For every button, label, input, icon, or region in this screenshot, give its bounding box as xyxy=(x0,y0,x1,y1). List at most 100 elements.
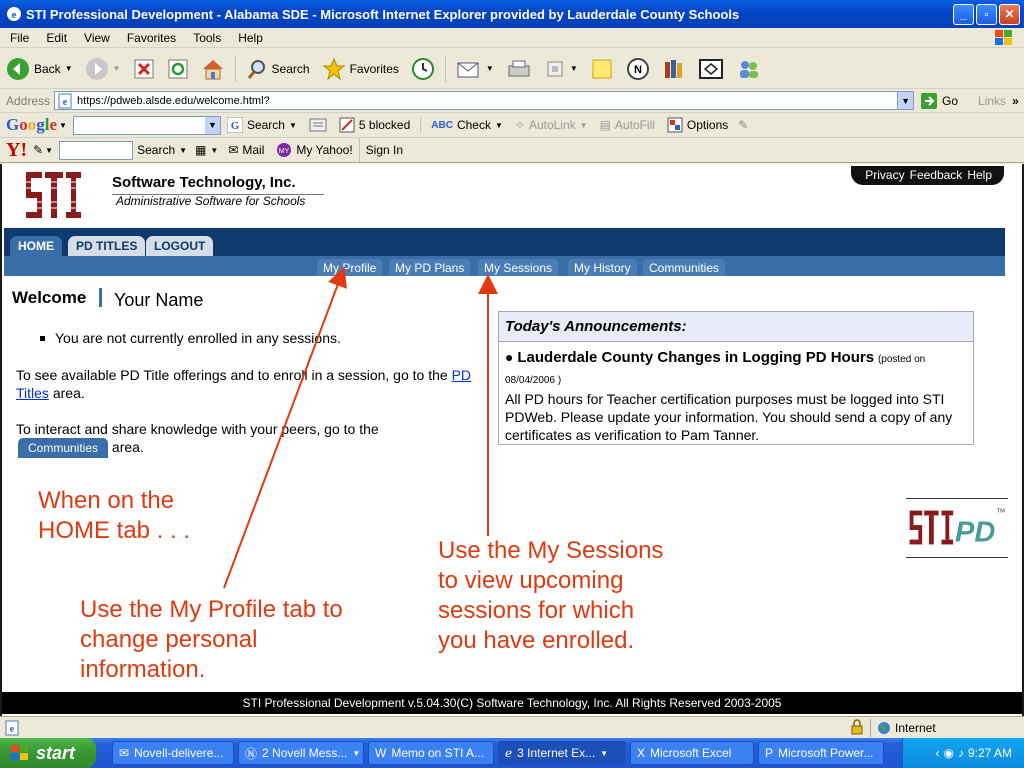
communities-text-end: area. xyxy=(111,439,144,455)
tray-volume-icon[interactable]: ♪ xyxy=(958,746,964,760)
print-button[interactable] xyxy=(500,49,538,88)
tab-pd-titles[interactable]: PD TITLES xyxy=(68,236,146,256)
search-button[interactable]: Search xyxy=(240,49,316,88)
favorites-button[interactable]: Favorites xyxy=(316,49,405,88)
discuss-button[interactable] xyxy=(584,49,620,88)
pencil-dropdown-icon[interactable]: ▼ xyxy=(45,146,53,155)
back-dropdown-icon[interactable]: ▼ xyxy=(65,64,73,73)
feedback-link[interactable]: Feedback xyxy=(910,168,963,182)
menu-view[interactable]: View xyxy=(74,31,117,45)
subtab-my-pd-plans[interactable]: My PD Plans xyxy=(389,259,471,276)
go-arrow-icon xyxy=(921,92,938,109)
address-input[interactable]: e https://pdweb.alsde.edu/welcome.html? … xyxy=(54,91,915,110)
go-button[interactable]: Go xyxy=(914,89,964,112)
page-icon: e xyxy=(58,93,72,108)
yahoo-highlight-dropdown-icon[interactable]: ▼ xyxy=(210,146,218,155)
svg-text:e: e xyxy=(63,97,68,108)
yahoo-search-input[interactable] xyxy=(59,140,134,160)
google-options-button[interactable]: Options xyxy=(661,113,734,137)
annotation-home-tab: When on the HOME tab . . . xyxy=(38,487,191,544)
maximize-button[interactable]: ▫ xyxy=(976,3,997,25)
subtab-my-sessions[interactable]: My Sessions xyxy=(478,259,559,276)
communities-button[interactable]: Communities xyxy=(18,438,109,459)
edit-button[interactable]: ▼ xyxy=(538,49,584,88)
google-search-button[interactable]: G Search ▼ xyxy=(221,113,303,137)
help-link[interactable]: Help xyxy=(967,168,992,182)
spell-check-button[interactable]: ABC Check ▼ xyxy=(425,113,509,137)
task-internet-explorer[interactable]: ℯ 3 Internet Ex... ▼ xyxy=(498,741,626,765)
clock[interactable]: 9:27 AM xyxy=(968,746,1012,760)
close-button[interactable]: ✕ xyxy=(999,3,1020,25)
excel-icon: X xyxy=(637,746,646,760)
menu-help[interactable]: Help xyxy=(228,31,270,45)
subtab-my-profile[interactable]: My Profile xyxy=(317,259,383,276)
menu-file[interactable]: File xyxy=(0,31,36,45)
task-label: 3 Internet Ex... xyxy=(517,746,596,760)
svg-text:e: e xyxy=(12,9,17,21)
task-label: Memo on STI A... xyxy=(391,746,485,760)
pencil-icon[interactable]: ✎ xyxy=(31,143,45,157)
communities-text: To interact and share knowledge with you… xyxy=(16,421,379,437)
task-powerpoint[interactable]: P Microsoft Power... xyxy=(758,741,884,765)
forward-button[interactable]: ▼ xyxy=(79,49,127,88)
tray-expand-icon[interactable]: ‹ xyxy=(935,746,939,760)
mail-button[interactable]: ▼ xyxy=(450,49,500,88)
window-title-bar[interactable]: e STI Professional Development - Alabama… xyxy=(0,0,1024,28)
task-excel[interactable]: X Microsoft Excel xyxy=(630,741,754,765)
annotation-my-sessions: Use the My Sessions to view upcoming ses… xyxy=(438,537,664,654)
tab-home[interactable]: HOME xyxy=(10,236,62,256)
yahoo-search-dropdown-icon[interactable]: ▼ xyxy=(179,146,187,155)
yahoo-logo[interactable]: Y! xyxy=(0,139,31,162)
tab-logout[interactable]: LOGOUT xyxy=(146,236,214,256)
home-button[interactable] xyxy=(195,49,231,88)
history-button[interactable] xyxy=(405,49,441,88)
menu-edit[interactable]: Edit xyxy=(36,31,74,45)
check-dropdown-icon[interactable]: ▼ xyxy=(495,121,503,130)
autolink-button[interactable]: ✧ AutoLink ▼ xyxy=(509,113,594,137)
svg-text:e: e xyxy=(10,724,15,735)
edit-dropdown-icon[interactable]: ▼ xyxy=(570,64,578,73)
research-button[interactable] xyxy=(656,49,692,88)
refresh-button[interactable] xyxy=(161,49,195,88)
highlighter-icon[interactable]: ✎ xyxy=(734,118,748,132)
yahoo-highlight-button[interactable]: ▦ ▼ xyxy=(191,138,222,162)
yahoo-sign-in-button[interactable]: Sign In xyxy=(358,138,409,162)
address-dropdown-icon[interactable]: ▼ xyxy=(897,92,914,109)
sign-in-label: Sign In xyxy=(365,143,404,157)
messenger-button[interactable]: N xyxy=(620,49,656,88)
yahoo-search-button[interactable]: Search ▼ xyxy=(133,138,191,162)
start-button[interactable]: start xyxy=(0,738,96,768)
my-yahoo-button[interactable]: MY My Yahoo! xyxy=(270,138,358,162)
privacy-link[interactable]: Privacy xyxy=(865,168,904,182)
options-icon xyxy=(667,117,683,133)
mail-app-icon: ✉ xyxy=(119,746,130,760)
stop-button[interactable] xyxy=(127,49,161,88)
menu-tools[interactable]: Tools xyxy=(183,31,228,45)
fullscreen-button[interactable] xyxy=(692,49,730,88)
google-search-dropdown-icon[interactable]: ▼ xyxy=(204,116,220,134)
google-news-button[interactable] xyxy=(303,113,333,137)
contacts-button[interactable] xyxy=(730,49,768,88)
task-memo-word[interactable]: W Memo on STI A... xyxy=(368,741,494,765)
minimize-button[interactable]: _ xyxy=(953,3,974,25)
favorites-label: Favorites xyxy=(349,61,399,76)
my-yahoo-icon: MY xyxy=(277,143,292,157)
yahoo-mail-button[interactable]: ✉ Mail xyxy=(222,138,270,162)
google-logo[interactable]: Google xyxy=(0,115,59,135)
google-menu-icon[interactable]: ▼ xyxy=(59,121,67,130)
tray-apps-icon[interactable]: ◉ xyxy=(943,746,953,760)
menu-favorites[interactable]: Favorites xyxy=(117,31,183,45)
task-novell-delivered[interactable]: ✉ Novell-delivere... xyxy=(112,741,234,765)
back-button[interactable]: Back ▼ xyxy=(0,49,79,88)
autolink-dropdown-icon[interactable]: ▼ xyxy=(580,121,588,130)
google-search-input[interactable]: ▼ xyxy=(72,115,221,135)
autofill-button[interactable]: ▤ AutoFill xyxy=(594,113,661,137)
chevron-right-icon[interactable]: » xyxy=(1006,94,1019,108)
mail-dropdown-icon[interactable]: ▼ xyxy=(486,64,494,73)
subtab-communities[interactable]: Communities xyxy=(643,259,726,276)
subtab-my-history[interactable]: My History xyxy=(568,259,637,276)
popup-blocker-button[interactable]: 5 blocked xyxy=(333,113,416,137)
task-novell-messenger[interactable]: Ⓝ 2 Novell Mess... ▼ xyxy=(238,741,364,765)
google-search-options-icon[interactable]: ▼ xyxy=(289,121,297,130)
links-label[interactable]: Links xyxy=(964,94,1006,108)
